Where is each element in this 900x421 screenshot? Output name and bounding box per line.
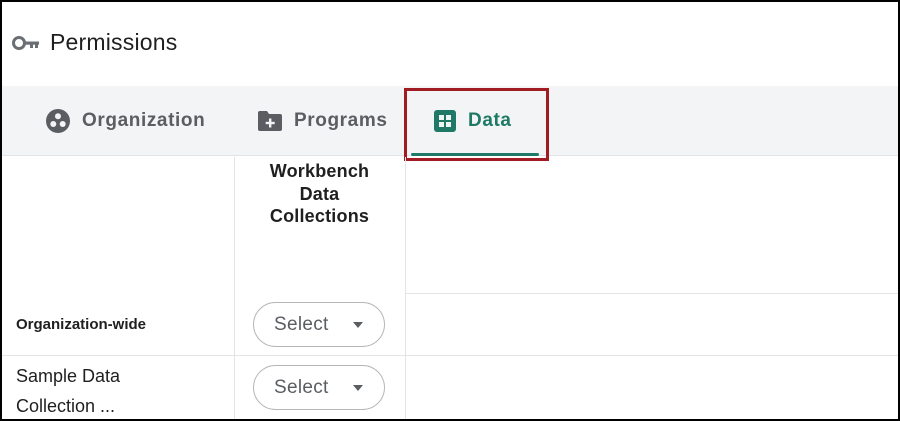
sample-data-collection-select[interactable]: Select (253, 365, 385, 410)
row-label-organization-wide: Organization-wide (16, 316, 147, 333)
page-header: Permissions (2, 2, 898, 86)
tab-bar: Organization Programs Data (2, 86, 898, 156)
tab-data-label: Data (468, 110, 512, 131)
tab-organization-label: Organization (82, 110, 206, 131)
row-divider (2, 355, 898, 356)
key-icon (12, 36, 39, 50)
tab-organization[interactable]: Organization (46, 86, 205, 156)
caret-down-icon (353, 322, 363, 328)
column-header-workbench-data-collections: Workbench Data Collections (269, 161, 370, 226)
tab-data[interactable]: Data (434, 86, 512, 156)
tab-programs-label: Programs (294, 110, 388, 131)
folder-plus-icon (258, 111, 282, 131)
row-label-sample-data-collection: Sample Data Collection ... (16, 366, 121, 416)
select-value: Select (274, 376, 329, 398)
active-tab-indicator (411, 153, 539, 156)
permissions-grid: Workbench Data Collections Organization-… (2, 157, 898, 419)
page-title: Permissions (50, 29, 178, 55)
column-divider (405, 157, 406, 419)
organization-wide-select[interactable]: Select (253, 302, 385, 347)
permissions-panel: Permissions Organization Programs Data W… (0, 0, 900, 421)
caret-down-icon (353, 385, 363, 391)
row-divider (405, 293, 898, 294)
tab-programs[interactable]: Programs (258, 86, 388, 156)
select-value: Select (274, 313, 329, 335)
grid-icon (434, 110, 456, 132)
organization-icon (46, 109, 70, 133)
